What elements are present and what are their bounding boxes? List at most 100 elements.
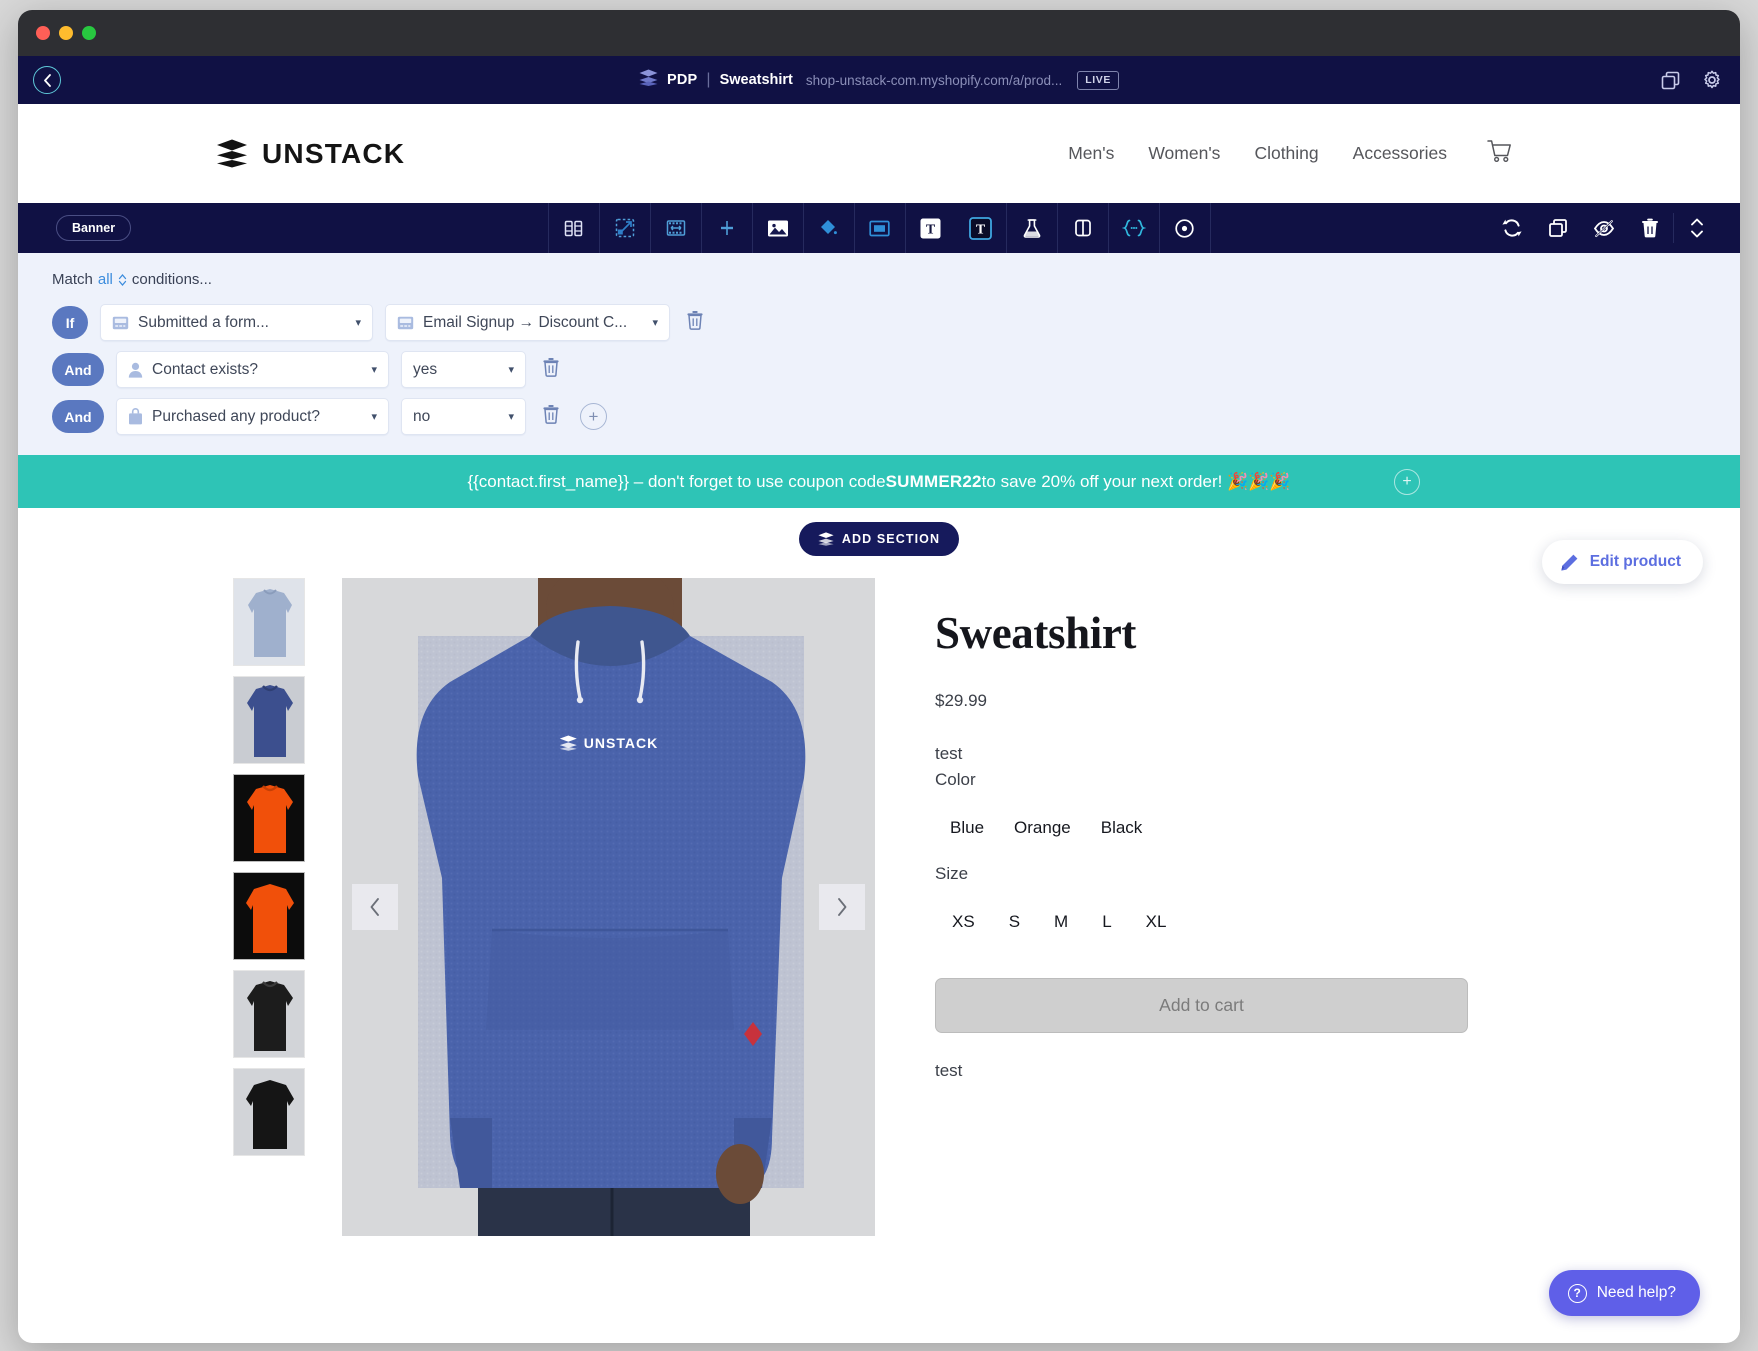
size-option-xs[interactable]: XS — [935, 912, 992, 932]
size-option-l[interactable]: L — [1085, 912, 1128, 932]
editor-toolbar: Banner T T — [18, 203, 1740, 253]
size-option-xl[interactable]: XL — [1129, 912, 1184, 932]
site-header: UNSTACK Men's Women's Clothing Accessori… — [18, 104, 1740, 203]
toolbar-tools: T T — [18, 203, 1740, 253]
tool-experiment[interactable] — [1007, 203, 1057, 253]
tool-split-panel[interactable] — [1058, 203, 1108, 253]
condition-value-select[interactable]: no ▾ — [401, 398, 526, 435]
nav-item-womens[interactable]: Women's — [1148, 143, 1220, 164]
condition-field-select[interactable]: Submitted a form... ▾ — [100, 304, 373, 341]
text-dark-icon: T — [969, 216, 992, 240]
condition-row: If Submitted a form... ▾ Email Signup → … — [52, 304, 1740, 341]
add-condition-button[interactable]: + — [580, 403, 607, 430]
color-fill-icon — [821, 220, 837, 235]
status-badge: LIVE — [1077, 70, 1120, 90]
color-option-blue[interactable]: Blue — [935, 818, 999, 838]
chevron-down-icon: ▾ — [508, 411, 514, 423]
image-icon — [767, 220, 788, 236]
product-thumbnail-list — [233, 578, 305, 1202]
delete-condition-button[interactable] — [542, 404, 560, 429]
add-block-button[interactable]: + — [1394, 468, 1420, 495]
condition-connector: And — [52, 353, 104, 386]
product-thumbnail[interactable] — [233, 578, 305, 666]
condition-row: And Purchased any product? ▾ no ▾ + — [52, 398, 1740, 435]
page-url[interactable]: shop-unstack-com.myshopify.com/a/prod... — [806, 73, 1062, 88]
question-icon: ? — [1567, 1283, 1587, 1303]
size-option-m[interactable]: M — [1037, 912, 1085, 932]
condition-field-label: Purchased any product? — [152, 407, 321, 425]
chevron-right-icon — [838, 898, 847, 916]
nav-item-clothing[interactable]: Clothing — [1254, 143, 1318, 164]
gear-icon[interactable] — [1702, 70, 1722, 90]
product-footer-text: test — [935, 1061, 963, 1080]
tool-form[interactable] — [855, 203, 905, 253]
match-all-select[interactable]: all — [98, 271, 113, 288]
add-section-button[interactable]: ADD SECTION — [798, 522, 960, 556]
need-help-button[interactable]: ? Need help? — [1548, 1270, 1700, 1316]
app-top-bar: PDP | Sweatshirt shop-unstack-com.myshop… — [18, 56, 1740, 104]
hero-next-button[interactable] — [819, 884, 865, 930]
product-hero-image[interactable]: UNSTACK — [342, 578, 875, 1236]
banner-coupon-code: SUMMER22 — [885, 471, 982, 491]
color-option-label: Color — [935, 770, 976, 789]
add-to-cart-button[interactable]: Add to cart — [935, 978, 1468, 1033]
shopping-bag-icon — [128, 408, 143, 425]
hero-prev-button[interactable] — [352, 884, 398, 930]
product-thumbnail[interactable] — [233, 1068, 305, 1156]
condition-field-label: Contact exists? — [152, 360, 258, 378]
condition-row: And Contact exists? ▾ yes ▾ — [52, 351, 1740, 388]
size-option-s[interactable]: S — [992, 912, 1037, 932]
tool-video[interactable] — [651, 203, 701, 253]
window-close-button[interactable] — [36, 26, 50, 40]
duplicate-icon[interactable] — [1661, 71, 1680, 90]
site-logo[interactable]: UNSTACK — [216, 138, 405, 170]
condition-field-select[interactable]: Contact exists? ▾ — [116, 351, 389, 388]
nav-item-mens[interactable]: Men's — [1068, 143, 1114, 164]
chevron-updown-icon[interactable] — [118, 273, 127, 287]
tool-code-embed[interactable] — [1109, 203, 1159, 253]
condition-field-label: Submitted a form... — [138, 313, 269, 331]
chevron-left-icon — [370, 898, 379, 916]
nav-item-accessories[interactable]: Accessories — [1353, 143, 1447, 164]
product-thumbnail[interactable] — [233, 676, 305, 764]
experiment-flask-icon — [1023, 218, 1040, 238]
form-icon — [869, 220, 890, 236]
tool-columns[interactable] — [549, 203, 599, 253]
match-suffix: conditions... — [131, 271, 212, 288]
color-option-orange[interactable]: Orange — [999, 818, 1086, 838]
delete-condition-button[interactable] — [686, 310, 704, 335]
form-icon — [397, 316, 414, 330]
condition-value-label: yes — [413, 360, 438, 378]
window-minimize-button[interactable] — [59, 26, 73, 40]
tool-text-dark[interactable]: T — [956, 203, 1006, 253]
chevron-down-icon: ▾ — [371, 411, 377, 423]
condition-value-select[interactable]: yes ▾ — [401, 351, 526, 388]
edit-product-button[interactable]: Edit product — [1541, 540, 1703, 584]
hoodie-photo — [342, 578, 875, 1236]
trash-icon — [543, 405, 559, 424]
product-thumbnail[interactable] — [233, 774, 305, 862]
promo-banner[interactable]: {{contact.first_name}} – don't forget to… — [18, 455, 1740, 508]
product-info: Sweatshirt $29.99 test Color Blue Orange… — [935, 578, 1555, 1202]
chevron-down-icon: ▾ — [652, 317, 658, 329]
product-thumbnail[interactable] — [233, 970, 305, 1058]
tool-divider[interactable] — [702, 203, 752, 253]
back-button[interactable] — [33, 66, 61, 94]
tool-color-fill[interactable] — [804, 203, 854, 253]
condition-value-select[interactable]: Email Signup → Discount C... ▾ — [385, 304, 670, 341]
product-thumbnail[interactable] — [233, 872, 305, 960]
condition-field-select[interactable]: Purchased any product? ▾ — [116, 398, 389, 435]
tool-resize[interactable] — [600, 203, 650, 253]
tool-target[interactable] — [1160, 203, 1210, 253]
stack-icon — [559, 735, 577, 751]
delete-condition-button[interactable] — [542, 357, 560, 382]
tool-image[interactable] — [753, 203, 803, 253]
shopping-cart-icon[interactable] — [1487, 139, 1512, 168]
condition-connector: If — [52, 306, 88, 339]
color-option-black[interactable]: Black — [1086, 818, 1158, 838]
size-option-label: Size — [935, 864, 969, 883]
window-maximize-button[interactable] — [82, 26, 96, 40]
condition-value-label: no — [413, 407, 431, 425]
product-price: $29.99 — [935, 691, 987, 710]
tool-text-light[interactable]: T — [906, 203, 956, 253]
